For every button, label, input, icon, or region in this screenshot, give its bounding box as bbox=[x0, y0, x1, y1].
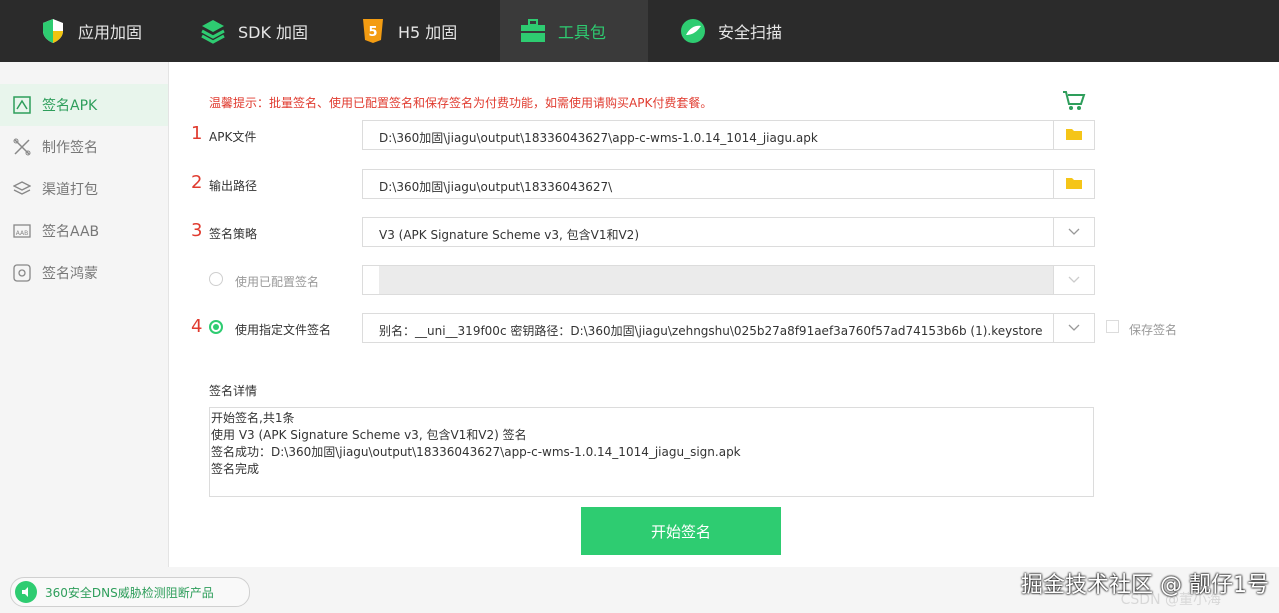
svg-text:5: 5 bbox=[368, 25, 377, 40]
apk-sign-icon bbox=[12, 95, 32, 115]
sidebar-item-sign-harmony[interactable]: 签名鸿蒙 bbox=[0, 252, 168, 294]
cart-icon[interactable] bbox=[1062, 90, 1086, 114]
output-path-input[interactable]: D:\360加固\jiagu\output\18336043627\ bbox=[362, 169, 1095, 199]
tab-label: SDK 加固 bbox=[238, 23, 309, 42]
file-sign-row: 4 使用指定文件签名 别名：__uni__319f00c 密钥路径：D:\360… bbox=[169, 313, 1279, 345]
harmony-icon bbox=[12, 263, 32, 283]
save-sign-label: 保存签名 bbox=[1129, 323, 1178, 337]
scan-icon bbox=[680, 18, 706, 44]
layers-icon bbox=[200, 18, 226, 44]
configured-sign-row: 使用已配置签名 bbox=[169, 265, 1279, 297]
log-line: 签名完成 bbox=[211, 462, 260, 476]
tab-label: 安全扫描 bbox=[718, 23, 783, 42]
sidebar-item-make-sign[interactable]: 制作签名 bbox=[0, 126, 168, 168]
log-line: 开始签名,共1条 bbox=[211, 411, 295, 425]
sidebar-item-label: 签名AAB bbox=[42, 224, 100, 240]
html5-icon: 5 bbox=[360, 18, 386, 44]
svg-text:AAB: AAB bbox=[16, 230, 29, 237]
sign-detail-log[interactable]: 开始签名,共1条 使用 V3 (APK Signature Scheme v3,… bbox=[209, 407, 1094, 497]
apk-file-value: D:\360加固\jiagu\output\18336043627\app-c-… bbox=[379, 131, 818, 145]
output-path-label: 输出路径 bbox=[209, 179, 258, 193]
apk-file-row: 1 APK文件 D:\360加固\jiagu\output\1833604362… bbox=[169, 120, 1279, 152]
folder-browse-button[interactable] bbox=[1053, 121, 1094, 149]
sidebar-item-sign-aab[interactable]: AAB 签名AAB bbox=[0, 210, 168, 252]
sign-detail-title: 签名详情 bbox=[209, 384, 258, 398]
sidebar-item-label: 渠道打包 bbox=[42, 182, 98, 198]
tab-security-scan[interactable]: 安全扫描 bbox=[680, 0, 782, 62]
folder-icon bbox=[1065, 127, 1083, 144]
sidebar-item-label: 制作签名 bbox=[42, 140, 98, 156]
tab-label: 应用加固 bbox=[78, 23, 143, 42]
tab-app-harden[interactable]: 应用加固 bbox=[40, 0, 142, 62]
dropdown-button[interactable] bbox=[1053, 314, 1094, 342]
sidebar: 签名APK 制作签名 渠道打包 AAB 签名AAB 签名鸿蒙 bbox=[0, 62, 169, 567]
sidebar-item-channel-pack[interactable]: 渠道打包 bbox=[0, 168, 168, 210]
file-sign-value: 别名：__uni__319f00c 密钥路径：D:\360加固\jiagu\ze… bbox=[379, 324, 1043, 338]
tab-toolkit[interactable]: 工具包 bbox=[500, 0, 648, 62]
save-sign-checkbox[interactable] bbox=[1106, 320, 1119, 333]
chevron-down-icon bbox=[1068, 273, 1080, 287]
shield-icon bbox=[40, 18, 66, 44]
log-line: 签名成功：D:\360加固\jiagu\output\18336043627\a… bbox=[211, 445, 741, 459]
footer-bar: 360安全DNS威胁检测阻断产品 CSDN @董小海 掘金技术社区 @ 靓仔1号 bbox=[0, 567, 1279, 613]
tab-h5-harden[interactable]: 5 H5 加固 bbox=[360, 0, 457, 62]
sidebar-item-label: 签名鸿蒙 bbox=[42, 266, 98, 282]
toolbox-icon bbox=[520, 18, 546, 44]
output-path-row: 2 输出路径 D:\360加固\jiagu\output\18336043627… bbox=[169, 169, 1279, 201]
log-line: 使用 V3 (APK Signature Scheme v3, 包含V1和V2)… bbox=[211, 428, 527, 442]
start-sign-button[interactable]: 开始签名 bbox=[581, 507, 781, 555]
speaker-icon bbox=[15, 581, 37, 603]
paid-feature-notice: 温馨提示：批量签名、使用已配置签名和保存签名为付费功能，如需使用请购买APK付费… bbox=[209, 96, 713, 110]
step-number: 4 bbox=[191, 316, 203, 337]
tools-icon bbox=[12, 137, 32, 157]
chevron-down-icon bbox=[1068, 321, 1080, 335]
dns-promo-label: 360安全DNS威胁检测阻断产品 bbox=[45, 585, 214, 600]
step-number: 3 bbox=[191, 220, 203, 241]
stack-icon bbox=[12, 179, 32, 199]
step-number: 1 bbox=[191, 123, 203, 144]
sign-strategy-value: V3 (APK Signature Scheme v3, 包含V1和V2) bbox=[379, 228, 639, 242]
main-panel: 温馨提示：批量签名、使用已配置签名和保存签名为付费功能，如需使用请购买APK付费… bbox=[169, 62, 1279, 567]
file-sign-radio[interactable] bbox=[209, 320, 223, 334]
step-number: 2 bbox=[191, 172, 203, 193]
sign-strategy-select[interactable]: V3 (APK Signature Scheme v3, 包含V1和V2) bbox=[362, 217, 1095, 247]
dns-promo-button[interactable]: 360安全DNS威胁检测阻断产品 bbox=[10, 577, 250, 607]
folder-browse-button[interactable] bbox=[1053, 170, 1094, 198]
sign-strategy-label: 签名策略 bbox=[209, 227, 258, 241]
configured-sign-select[interactable] bbox=[362, 265, 1095, 295]
apk-file-input[interactable]: D:\360加固\jiagu\output\18336043627\app-c-… bbox=[362, 120, 1095, 150]
tab-label: 工具包 bbox=[558, 23, 607, 42]
file-sign-label: 使用指定文件签名 bbox=[235, 323, 332, 337]
file-sign-select[interactable]: 别名：__uni__319f00c 密钥路径：D:\360加固\jiagu\ze… bbox=[362, 313, 1095, 343]
apk-file-label: APK文件 bbox=[209, 130, 257, 144]
configured-sign-label: 使用已配置签名 bbox=[235, 275, 320, 289]
tab-label: H5 加固 bbox=[398, 23, 458, 42]
folder-icon bbox=[1065, 176, 1083, 193]
sidebar-item-label: 签名APK bbox=[42, 98, 98, 114]
dropdown-button[interactable] bbox=[1053, 266, 1094, 294]
tab-sdk-harden[interactable]: SDK 加固 bbox=[200, 0, 308, 62]
dropdown-button[interactable] bbox=[1053, 218, 1094, 246]
sign-strategy-row: 3 签名策略 V3 (APK Signature Scheme v3, 包含V1… bbox=[169, 217, 1279, 249]
aab-icon: AAB bbox=[12, 221, 32, 241]
sidebar-item-sign-apk[interactable]: 签名APK bbox=[0, 84, 168, 126]
output-path-value: D:\360加固\jiagu\output\18336043627\ bbox=[379, 180, 613, 194]
configured-sign-radio[interactable] bbox=[209, 272, 223, 286]
top-tab-bar: 应用加固 SDK 加固 5 H5 加固 工具包 安全扫描 bbox=[0, 0, 1279, 62]
chevron-down-icon bbox=[1068, 225, 1080, 239]
juejin-watermark: 掘金技术社区 @ 靓仔1号 bbox=[1021, 573, 1269, 598]
